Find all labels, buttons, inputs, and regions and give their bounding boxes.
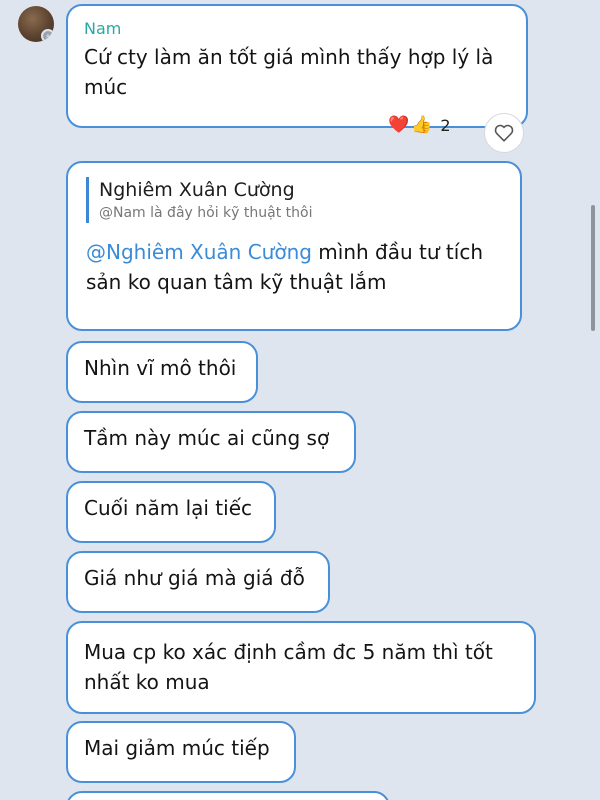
message-bubble-8[interactable]: Mai giảm múc tiếp <box>66 721 296 783</box>
reply-quote-text: @Nam là đây hỏi kỹ thuật thôi <box>99 205 313 221</box>
scrollbar[interactable] <box>591 205 595 331</box>
reply-quote[interactable]: Nghiêm Xuân Cường @Nam là đây hỏi kỹ thu… <box>86 177 502 223</box>
heart-outline-icon <box>494 124 514 142</box>
reply-quote-sender: Nghiêm Xuân Cường <box>99 179 295 201</box>
message-bubble-7[interactable]: Mua cp ko xác định cầm đc 5 năm thì tốt … <box>66 621 536 714</box>
message-text: @Nghiêm Xuân Cường mình đầu tư tích sản … <box>86 237 502 297</box>
mention-link[interactable]: @Nghiêm Xuân Cường <box>86 240 312 264</box>
heart-reaction-icon: ❤️ <box>388 115 410 135</box>
message-bubble-5[interactable]: Cuối năm lại tiếc <box>66 481 276 543</box>
message-bubble-4[interactable]: Tầm này múc ai cũng sợ <box>66 411 356 473</box>
message-text: Mua cp ko xác định cầm đc 5 năm thì tốt … <box>84 640 493 694</box>
message-text: Tầm này múc ai cũng sợ <box>84 426 330 450</box>
message-bubble-6[interactable]: Giá như giá mà giá đỗ <box>66 551 330 613</box>
message-bubble-3[interactable]: Nhìn vĩ mô thôi <box>66 341 258 403</box>
message-text: Cứ cty làm ăn tốt giá mình thấy hợp lý l… <box>84 45 494 99</box>
message-bubble-partial[interactable] <box>66 791 390 800</box>
reaction-count: 2 <box>440 115 451 135</box>
message-bubble-reply[interactable]: Nghiêm Xuân Cường @Nam là đây hỏi kỹ thu… <box>66 161 522 331</box>
add-reaction-heart-button[interactable] <box>484 113 524 153</box>
message-text: Giá như giá mà giá đỗ <box>84 566 305 590</box>
reaction-bar[interactable]: ❤️ 👍 2 <box>388 115 451 135</box>
message-bubble-1[interactable]: Nam Cứ cty làm ăn tốt giá mình thấy hợp … <box>66 4 528 128</box>
search-icon: ⌕ <box>41 29 54 42</box>
thumbs-up-reaction-icon: 👍 <box>411 115 433 135</box>
sender-name[interactable]: Nam <box>84 18 510 40</box>
message-text: Nhìn vĩ mô thôi <box>84 356 237 380</box>
message-text: Cuối năm lại tiếc <box>84 496 252 520</box>
message-text: Mai giảm múc tiếp <box>84 736 270 760</box>
sender-avatar[interactable]: ⌕ <box>18 6 54 42</box>
